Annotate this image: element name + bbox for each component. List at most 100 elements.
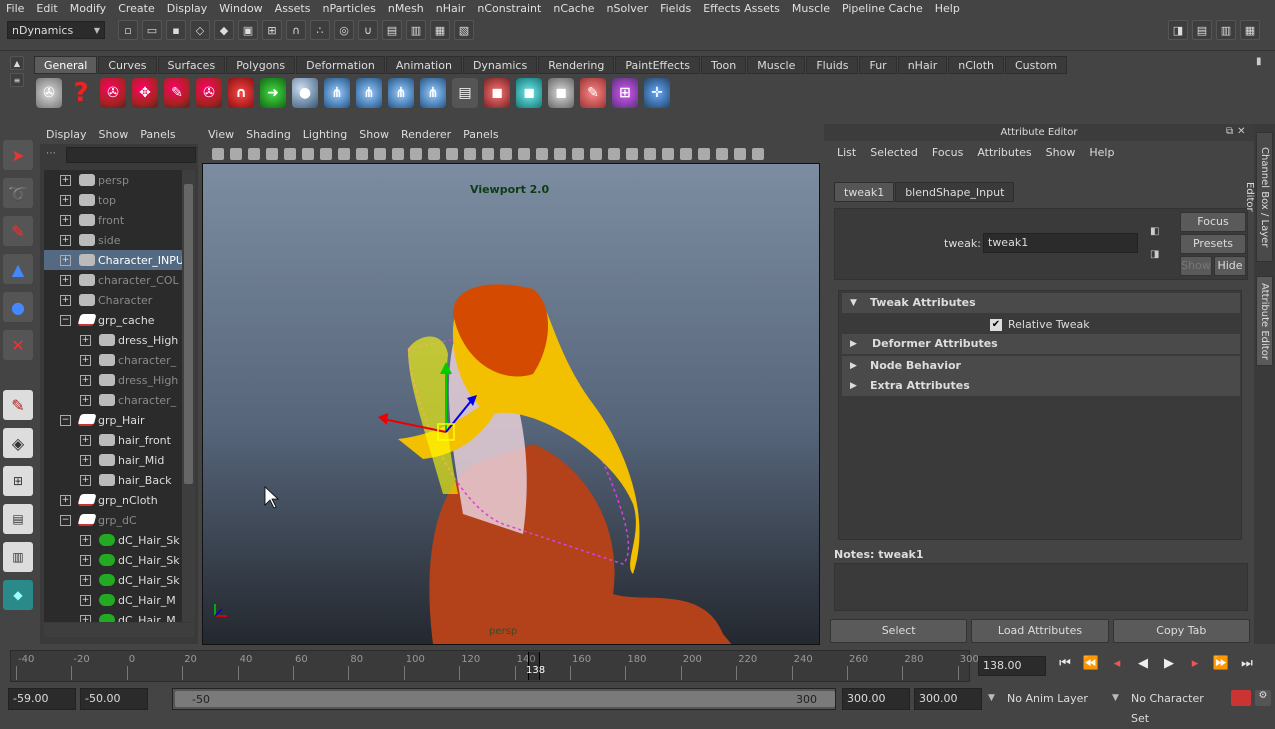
presets-button[interactable]: Presets	[1180, 234, 1246, 254]
range-slider-handle[interactable]	[175, 691, 835, 707]
movie-reel-icon[interactable]: ✇	[36, 78, 62, 108]
expand-toggle-icon[interactable]: +	[80, 554, 91, 566]
copy-tab-button[interactable]: Copy Tab	[1112, 619, 1250, 643]
outliner-item[interactable]: + side	[44, 230, 182, 250]
resolution-gate-icon[interactable]	[302, 147, 314, 160]
hud-icon[interactable]	[698, 147, 710, 160]
shelf-tab-custom[interactable]: Custom	[1005, 56, 1068, 74]
shelf-tab-menu-icon[interactable]: ▲	[10, 56, 24, 70]
menu-modify[interactable]: Modify	[64, 2, 112, 15]
outliner-filter-icon[interactable]: ⋯	[46, 148, 60, 162]
expand-toggle-icon[interactable]: +	[60, 194, 71, 206]
ao-icon[interactable]	[410, 147, 422, 160]
cube-grey-icon[interactable]: ◼	[548, 78, 574, 108]
expand-toggle-icon[interactable]: −	[60, 314, 71, 326]
grid-icon[interactable]	[464, 147, 476, 160]
menu-edit[interactable]: Edit	[30, 2, 63, 15]
shelf-tab-dynamics[interactable]: Dynamics	[462, 56, 538, 74]
locator-icon[interactable]: ✛	[644, 78, 670, 108]
viewport-menu-panels[interactable]: Panels	[457, 128, 504, 141]
shelf-tab-painteffects[interactable]: PaintEffects	[615, 56, 700, 74]
menu-nconstraint[interactable]: nConstraint	[471, 2, 547, 15]
move-tool-icon[interactable]: ▲	[3, 254, 33, 284]
camera-attrs-icon[interactable]	[230, 147, 242, 160]
outliner-menu-display[interactable]: Display	[40, 128, 93, 141]
expand-toggle-icon[interactable]: +	[60, 494, 71, 506]
expand-toggle-icon[interactable]: +	[60, 274, 71, 286]
render-settings-icon[interactable]: ▧	[454, 20, 474, 40]
menu-assets[interactable]: Assets	[269, 2, 317, 15]
shelf-edit-icon[interactable]: ≡	[10, 73, 24, 87]
go-to-end-icon[interactable]: ⏭	[1234, 656, 1260, 671]
shelf-tab-fur[interactable]: Fur	[859, 56, 897, 74]
shadows-icon[interactable]	[392, 147, 404, 160]
select-tool-icon[interactable]: ➤	[3, 140, 33, 170]
outliner-menu-show[interactable]: Show	[93, 128, 135, 141]
go-to-start-icon[interactable]: ⏮	[1052, 656, 1078, 671]
expand-toggle-icon[interactable]: +	[80, 454, 91, 466]
dof-icon[interactable]	[590, 147, 602, 160]
film-gate-icon[interactable]	[284, 147, 296, 160]
outliner-search-input[interactable]	[66, 147, 196, 163]
select-hierarchy-icon[interactable]: ◇	[190, 20, 210, 40]
expand-toggle-icon[interactable]: +	[60, 294, 71, 306]
playback-end-field[interactable]: 300.00	[842, 688, 910, 710]
isolate-icon[interactable]	[446, 147, 458, 160]
expand-toggle-icon[interactable]: +	[80, 394, 91, 406]
snap-curve-icon[interactable]: ∩	[286, 20, 306, 40]
outliner-item[interactable]: − grp_Hair	[44, 410, 182, 430]
toggle-layer-editor-icon[interactable]: ▦	[1240, 20, 1260, 40]
notes-textarea[interactable]	[834, 563, 1248, 611]
menu-effects-assets[interactable]: Effects Assets	[697, 2, 786, 15]
tweak-name-field[interactable]: tweak1	[983, 233, 1138, 253]
shelf-tab-animation[interactable]: Animation	[385, 56, 462, 74]
expand-toggle-icon[interactable]: +	[80, 534, 91, 546]
shelf-tab-muscle[interactable]: Muscle	[747, 56, 806, 74]
select-object-icon[interactable]: ◆	[214, 20, 234, 40]
viewport-menu-renderer[interactable]: Renderer	[395, 128, 457, 141]
outliner-item[interactable]: + character_	[44, 350, 182, 370]
exposure-icon[interactable]	[626, 147, 638, 160]
snap-grid-icon[interactable]: ⊞	[262, 20, 282, 40]
cube-cyan-icon[interactable]: ◼	[516, 78, 542, 108]
step-back-key-icon[interactable]: ⏪	[1078, 656, 1104, 671]
motion-blur-icon[interactable]	[608, 147, 620, 160]
custom-layout-icon[interactable]: ◆	[3, 580, 33, 610]
joint-branch-icon[interactable]: ⋔	[388, 78, 414, 108]
render-icon[interactable]: ▥	[406, 20, 426, 40]
outliner-item[interactable]: + dC_Hair_Sk	[44, 550, 182, 570]
toggle-tool-settings-icon[interactable]: ▥	[1216, 20, 1236, 40]
expand-toggle-icon[interactable]: +	[80, 474, 91, 486]
outliner-item[interactable]: − grp_dC	[44, 510, 182, 530]
play-forwards-icon[interactable]: ▶	[1156, 656, 1182, 671]
menuset-dropdown[interactable]: nDynamics ▼	[7, 21, 105, 39]
channel-box-tab[interactable]: Channel Box / Layer Editor	[1244, 132, 1273, 262]
menu-display[interactable]: Display	[161, 2, 214, 15]
range-slider-bar[interactable]	[172, 688, 836, 710]
attr-menu-selected[interactable]: Selected	[863, 146, 925, 159]
auto-key-icon[interactable]	[1231, 690, 1251, 706]
shelf-tab-fluids[interactable]: Fluids	[806, 56, 859, 74]
character-set-dropdown[interactable]: No Character Set	[1126, 688, 1226, 725]
section-node-behavior[interactable]: ▶ Node Behavior	[842, 356, 1240, 376]
green-arrow-icon[interactable]: ➜	[260, 78, 286, 108]
expand-toggle-icon[interactable]: +	[80, 434, 91, 446]
output-connection-icon[interactable]: ◨	[1150, 249, 1159, 260]
animation-start-field[interactable]: -59.00	[8, 688, 76, 710]
help-icon[interactable]: ?	[68, 78, 94, 108]
single-perspective-icon[interactable]: ◈	[3, 428, 33, 458]
open-scene-icon[interactable]: ▭	[142, 20, 162, 40]
menu-nparticles[interactable]: nParticles	[316, 2, 381, 15]
toggle-attr-editor-icon[interactable]: ▤	[1192, 20, 1212, 40]
outliner-layout-icon[interactable]: ▤	[3, 504, 33, 534]
select-component-icon[interactable]: ▣	[238, 20, 258, 40]
panel-layout-icon[interactable]	[716, 147, 728, 160]
hide-button[interactable]: Hide	[1214, 256, 1246, 276]
viewport-menu-view[interactable]: View	[202, 128, 240, 141]
expand-toggle-icon[interactable]: +	[80, 574, 91, 586]
anim-layer-dropdown[interactable]: No Anim Layer	[1002, 688, 1114, 710]
paint-select-icon[interactable]: ✎	[3, 216, 33, 246]
joint-chain-icon[interactable]: ⋔	[324, 78, 350, 108]
expand-toggle-icon[interactable]: +	[80, 334, 91, 346]
expand-toggle-icon[interactable]: +	[80, 374, 91, 386]
